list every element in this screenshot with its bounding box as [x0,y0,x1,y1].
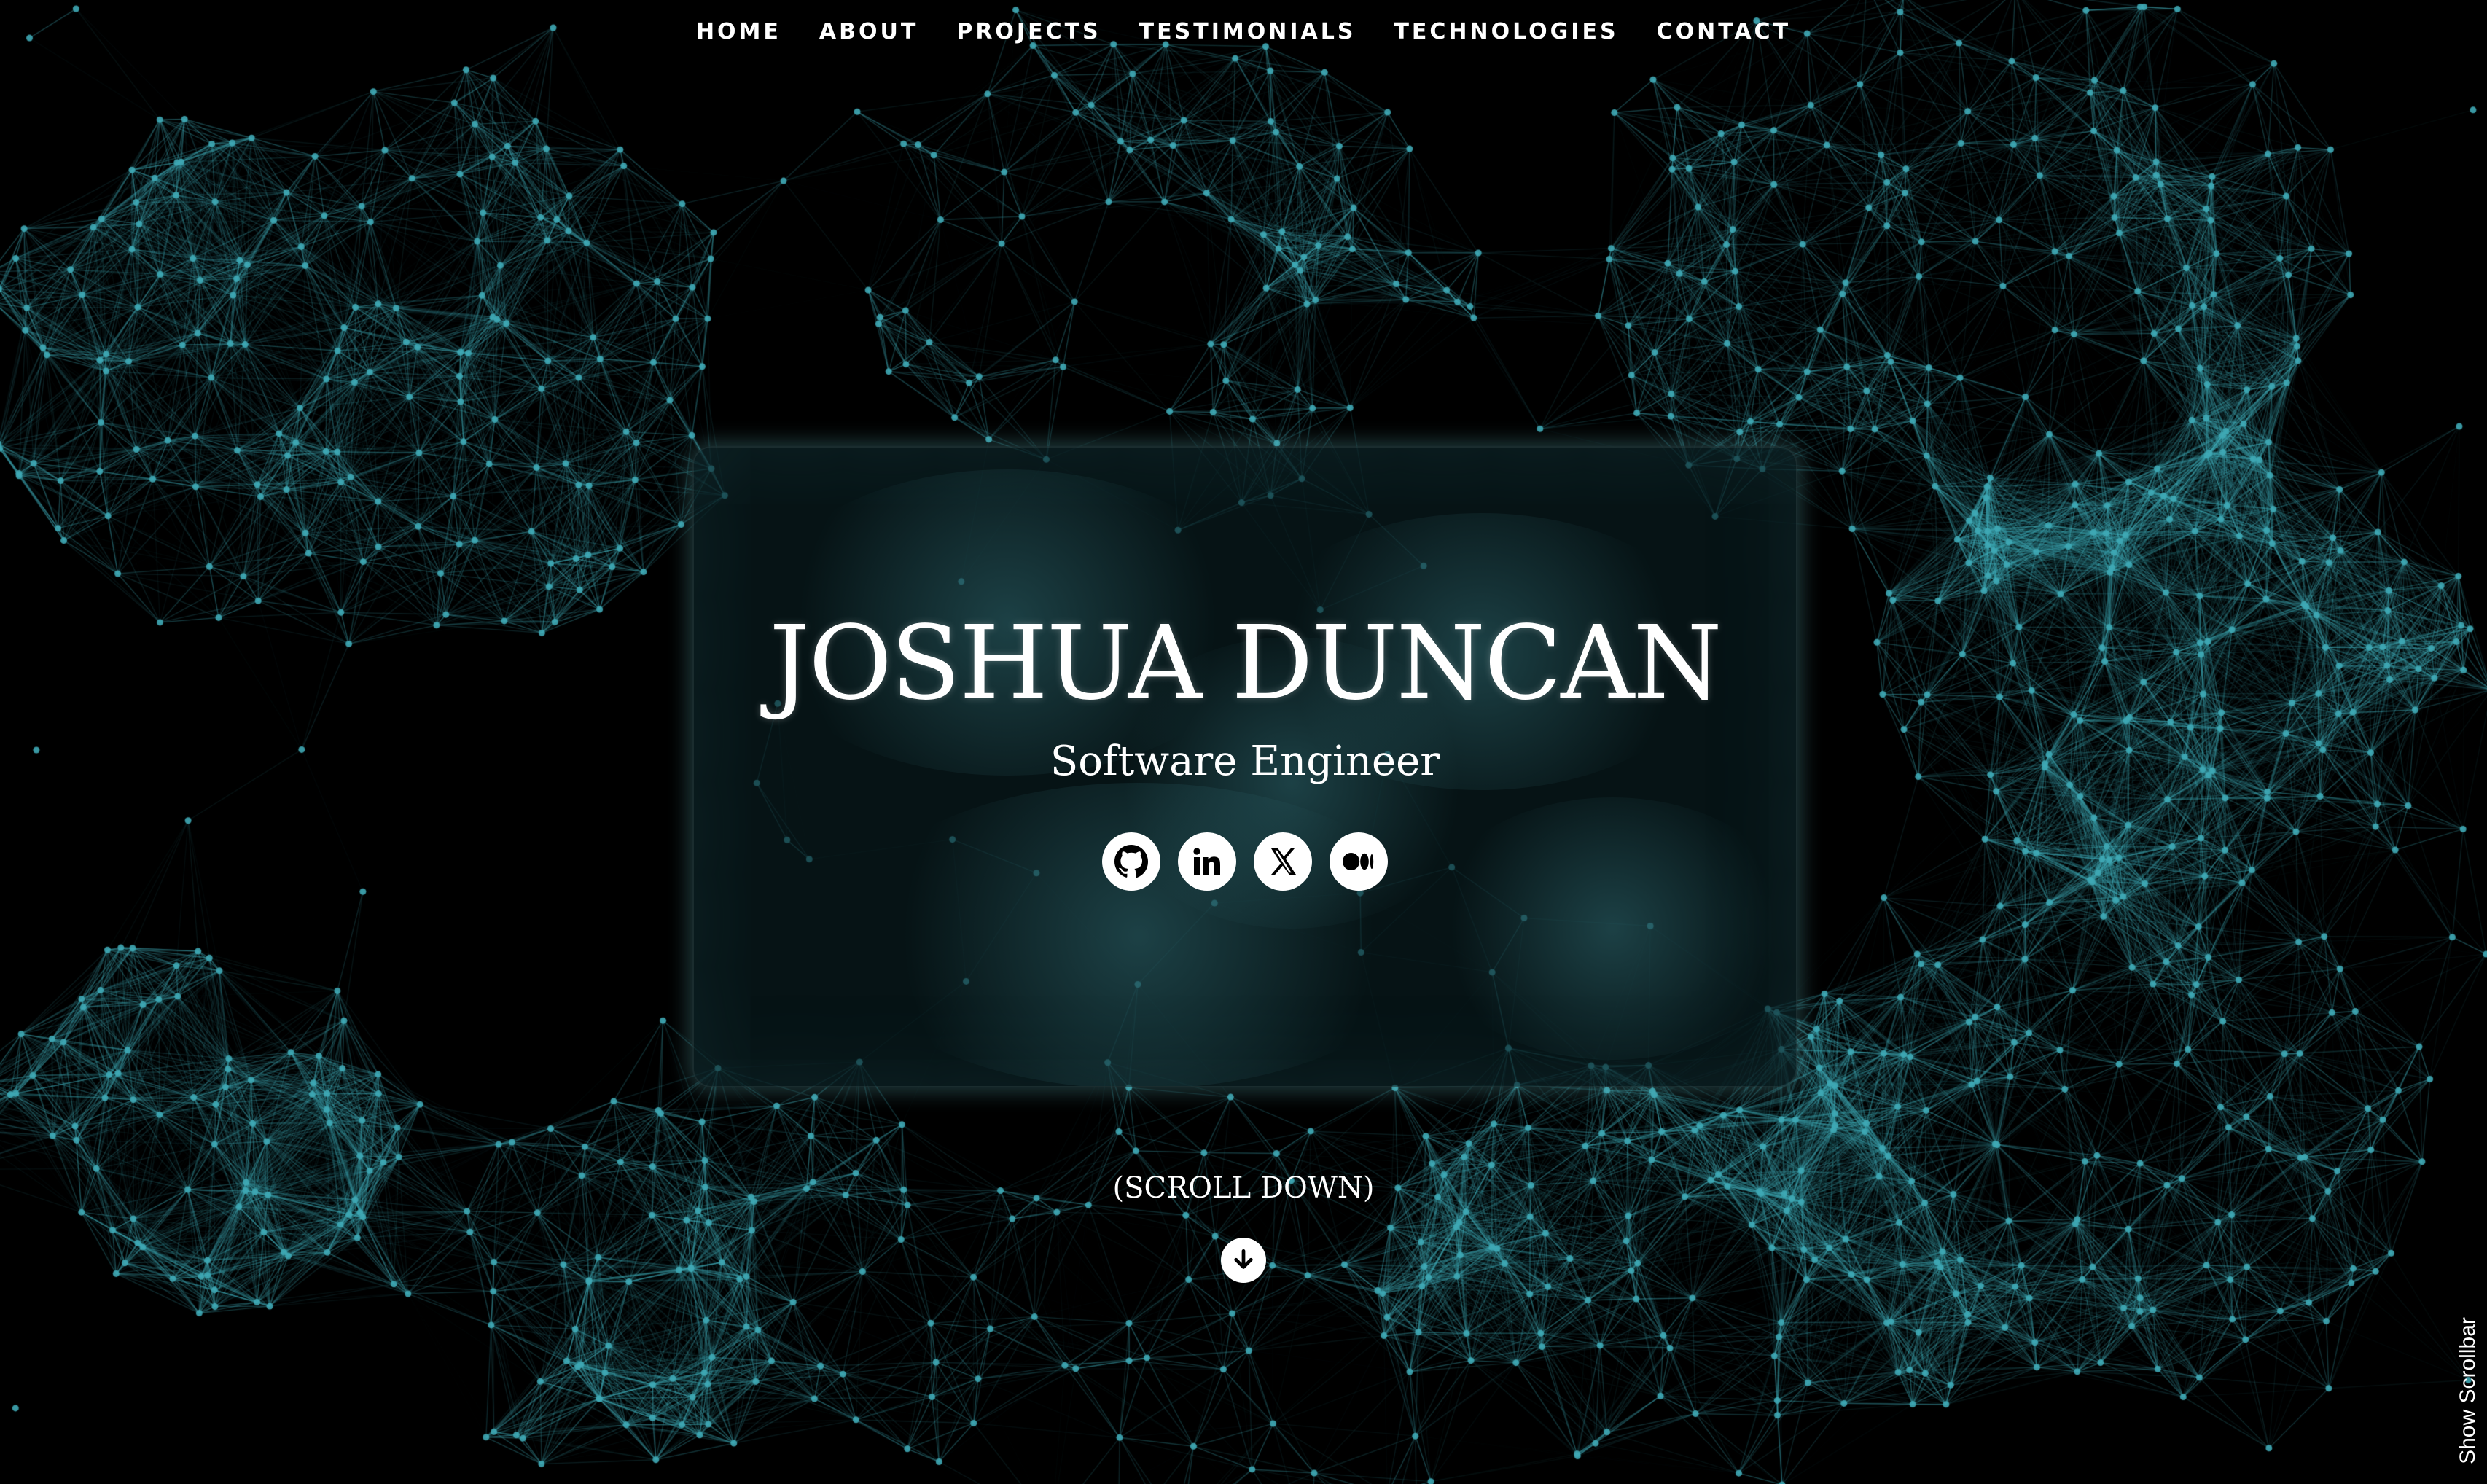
medium-icon [1343,853,1374,870]
x-twitter-link[interactable] [1254,832,1312,891]
github-link[interactable] [1102,832,1160,891]
scroll-down-button[interactable] [1221,1238,1266,1283]
nav-about[interactable]: ABOUT [819,15,918,50]
hero-title: Software Engineer [1050,738,1440,785]
arrow-down-icon [1234,1249,1253,1269]
linkedin-link[interactable] [1178,832,1236,891]
show-scrollbar-label: Show Scrollbar [2456,1317,2480,1464]
hero-name: JOSHUA DUNCAN [769,604,1722,723]
hero-card: JOSHUA DUNCAN Software Engineer [692,446,1797,1087]
nav-testimonials[interactable]: TESTIMONIALS [1139,15,1356,50]
x-twitter-icon [1271,848,1296,875]
social-links [694,832,1796,891]
nav-contact[interactable]: CONTACT [1657,15,1791,50]
nav-projects[interactable]: PROJECTS [956,15,1101,50]
medium-link[interactable] [1330,832,1388,891]
main-nav: HOME ABOUT PROJECTS TESTIMONIALS TECHNOL… [0,15,2487,50]
linkedin-icon [1193,848,1220,875]
nav-technologies[interactable]: TECHNOLOGIES [1394,15,1618,50]
show-scrollbar-toggle[interactable]: Show Scrollbar [2451,1303,2486,1478]
scroll-down-label: (SCROLL DOWN) [1112,1171,1375,1205]
github-icon [1114,845,1149,878]
nav-home[interactable]: HOME [696,15,781,50]
